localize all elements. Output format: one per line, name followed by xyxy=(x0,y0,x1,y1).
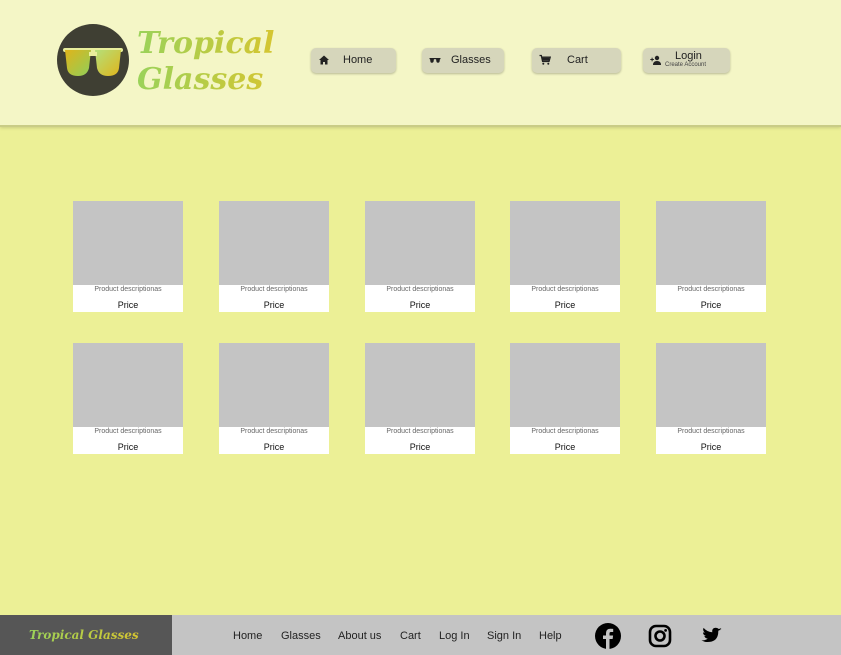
glasses-icon xyxy=(429,58,441,63)
footer-link-signin[interactable]: Sign In xyxy=(487,630,521,642)
product-description: Product descriptionas xyxy=(531,286,599,293)
site-footer: Tropical Glasses Home Glasses About us C… xyxy=(0,615,841,655)
footer-link-home[interactable]: Home xyxy=(233,630,262,642)
product-card[interactable]: Product descriptionas Price xyxy=(365,201,475,312)
product-image xyxy=(510,201,620,285)
cart-icon xyxy=(539,54,551,65)
logo[interactable] xyxy=(57,24,129,96)
footer-link-glasses[interactable]: Glasses xyxy=(281,630,321,642)
product-image xyxy=(656,343,766,427)
product-card[interactable]: Product descriptionas Price xyxy=(365,343,475,454)
product-price: Price xyxy=(554,442,576,452)
product-description: Product descriptionas xyxy=(531,428,599,435)
brand-title-line1: Tropical xyxy=(137,26,275,61)
product-description: Product descriptionas xyxy=(677,428,745,435)
twitter-icon[interactable] xyxy=(698,623,724,649)
product-description: Product descriptionas xyxy=(386,428,454,435)
product-card[interactable]: Product descriptionas Price xyxy=(656,201,766,312)
product-description: Product descriptionas xyxy=(240,286,308,293)
brand-title[interactable]: Tropical Glasses xyxy=(137,26,277,98)
nav-cart-label: Cart xyxy=(567,54,588,66)
add-user-icon xyxy=(650,55,661,65)
footer-link-login[interactable]: Log In xyxy=(439,630,470,642)
product-price: Price xyxy=(700,442,722,452)
product-image xyxy=(510,343,620,427)
instagram-icon[interactable] xyxy=(647,623,673,649)
product-image xyxy=(219,343,329,427)
sunglasses-icon xyxy=(63,48,123,76)
product-card[interactable]: Product descriptionas Price xyxy=(219,343,329,454)
product-price: Price xyxy=(263,442,285,452)
footer-link-cart[interactable]: Cart xyxy=(400,630,421,642)
facebook-icon[interactable] xyxy=(595,623,621,649)
nav-login-label: Login xyxy=(675,50,702,62)
footer-link-help[interactable]: Help xyxy=(539,630,562,642)
nav-cart-button[interactable]: Cart xyxy=(532,48,621,73)
create-account-link[interactable]: Create Account xyxy=(665,62,706,68)
product-price: Price xyxy=(263,300,285,310)
product-image xyxy=(73,343,183,427)
product-card[interactable]: Product descriptionas Price xyxy=(219,201,329,312)
product-description: Product descriptionas xyxy=(386,286,454,293)
product-card[interactable]: Product descriptionas Price xyxy=(656,343,766,454)
product-description: Product descriptionas xyxy=(94,286,162,293)
product-image xyxy=(365,201,475,285)
footer-brand: Tropical Glasses xyxy=(0,615,172,655)
product-card[interactable]: Product descriptionas Price xyxy=(73,343,183,454)
product-image xyxy=(219,201,329,285)
brand-title-line2: Glasses xyxy=(137,62,264,97)
product-description: Product descriptionas xyxy=(240,428,308,435)
nav-home-label: Home xyxy=(343,54,373,66)
product-description: Product descriptionas xyxy=(94,428,162,435)
product-image xyxy=(656,201,766,285)
home-icon xyxy=(319,55,329,65)
product-price: Price xyxy=(700,300,722,310)
site-header: Tropical Glasses Home Glasses Cart Login… xyxy=(0,0,841,127)
product-price: Price xyxy=(117,442,139,452)
product-price: Price xyxy=(117,300,139,310)
product-card[interactable]: Product descriptionas Price xyxy=(510,343,620,454)
product-card[interactable]: Product descriptionas Price xyxy=(73,201,183,312)
nav-glasses-label: Glasses xyxy=(451,54,491,66)
product-description: Product descriptionas xyxy=(677,286,745,293)
product-card[interactable]: Product descriptionas Price xyxy=(510,201,620,312)
nav-glasses-button[interactable]: Glasses xyxy=(422,48,504,73)
footer-brand-text[interactable]: Tropical Glasses xyxy=(29,628,139,642)
nav-home-button[interactable]: Home xyxy=(311,48,396,73)
product-price: Price xyxy=(409,300,431,310)
product-image xyxy=(365,343,475,427)
footer-link-about[interactable]: About us xyxy=(338,630,381,642)
product-image xyxy=(73,201,183,285)
product-price: Price xyxy=(409,442,431,452)
product-price: Price xyxy=(554,300,576,310)
nav-login-button[interactable]: Login Create Account xyxy=(643,48,730,73)
